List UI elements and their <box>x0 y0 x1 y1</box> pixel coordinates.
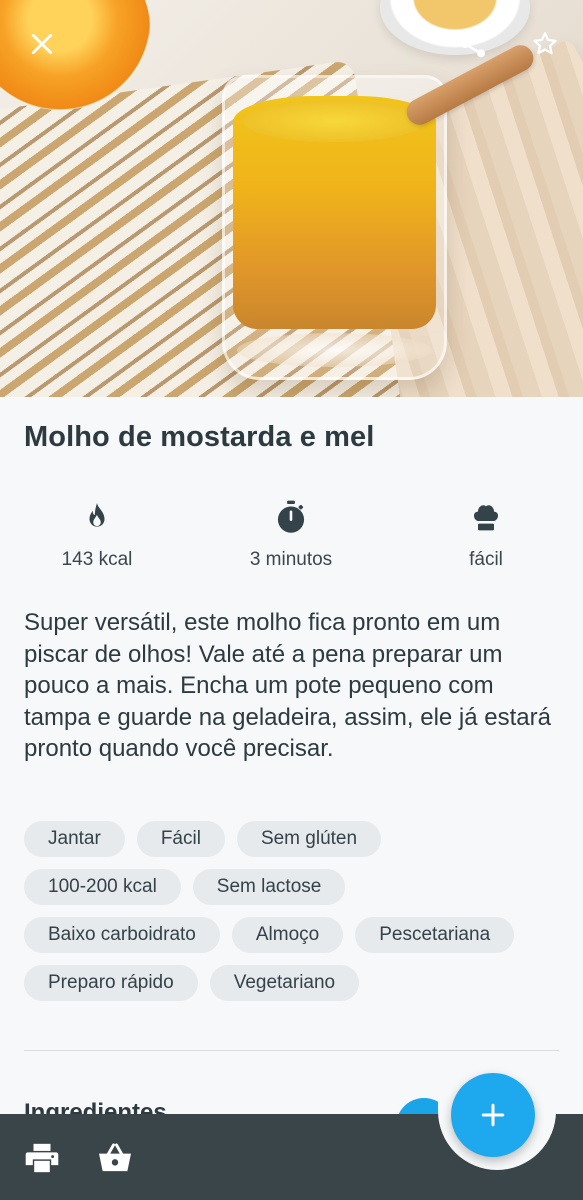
print-button[interactable] <box>20 1136 64 1180</box>
close-icon <box>31 33 53 55</box>
recipe-hero-image <box>0 0 583 397</box>
share-icon <box>461 30 485 58</box>
tag-chip[interactable]: Jantar <box>24 821 125 857</box>
chef-hat-icon <box>474 505 498 531</box>
difficulty-value: fácil <box>469 549 503 570</box>
tag-chip[interactable]: Baixo carboidrato <box>24 917 220 953</box>
print-icon <box>25 1143 59 1173</box>
star-outline-icon <box>533 32 557 55</box>
stat-time: 3 minutos <box>211 497 371 571</box>
tag-chip[interactable]: Sem glúten <box>236 821 382 857</box>
tag-chip[interactable]: Almoço <box>231 917 344 953</box>
stopwatch-icon <box>277 500 305 533</box>
favorite-button[interactable] <box>525 24 565 64</box>
tag-chip[interactable]: 100-200 kcal <box>24 869 181 905</box>
recipe-tags: Jantar Fácil Sem glúten 100-200 kcal Sem… <box>24 821 564 1013</box>
tag-row: Baixo carboidrato Almoço Pescetariana <box>24 917 564 953</box>
tag-chip[interactable]: Preparo rápido <box>24 965 198 1001</box>
close-button[interactable] <box>22 24 62 64</box>
tag-chip[interactable]: Fácil <box>136 821 225 857</box>
recipe-title: Molho de mostarda e mel <box>24 421 375 453</box>
stat-difficulty: fácil <box>406 497 566 571</box>
tag-row: 100-200 kcal Sem lactose <box>24 869 564 905</box>
add-fab-button[interactable] <box>451 1073 535 1157</box>
stat-calories: 143 kcal <box>17 497 177 571</box>
basket-button[interactable] <box>93 1136 137 1180</box>
time-value: 3 minutos <box>249 549 333 570</box>
tag-chip[interactable]: Vegetariano <box>209 965 360 1001</box>
recipe-description: Super versátil, este molho fica pronto e… <box>24 609 551 762</box>
section-divider <box>24 1050 559 1051</box>
glass-base <box>237 333 432 367</box>
sauce-liquid <box>233 96 436 329</box>
tag-row: Jantar Fácil Sem glúten <box>24 821 564 857</box>
calories-value: 143 kcal <box>61 549 133 570</box>
basket-icon <box>99 1143 131 1172</box>
plus-icon <box>481 1103 505 1127</box>
tag-row: Preparo rápido Vegetariano <box>24 965 564 1001</box>
flame-icon <box>89 503 105 527</box>
share-button[interactable] <box>453 24 493 64</box>
tag-chip[interactable]: Pescetariana <box>355 917 515 953</box>
tag-chip[interactable]: Sem lactose <box>192 869 346 905</box>
recipe-stats: 143 kcal 3 minutos fácil <box>0 497 583 577</box>
